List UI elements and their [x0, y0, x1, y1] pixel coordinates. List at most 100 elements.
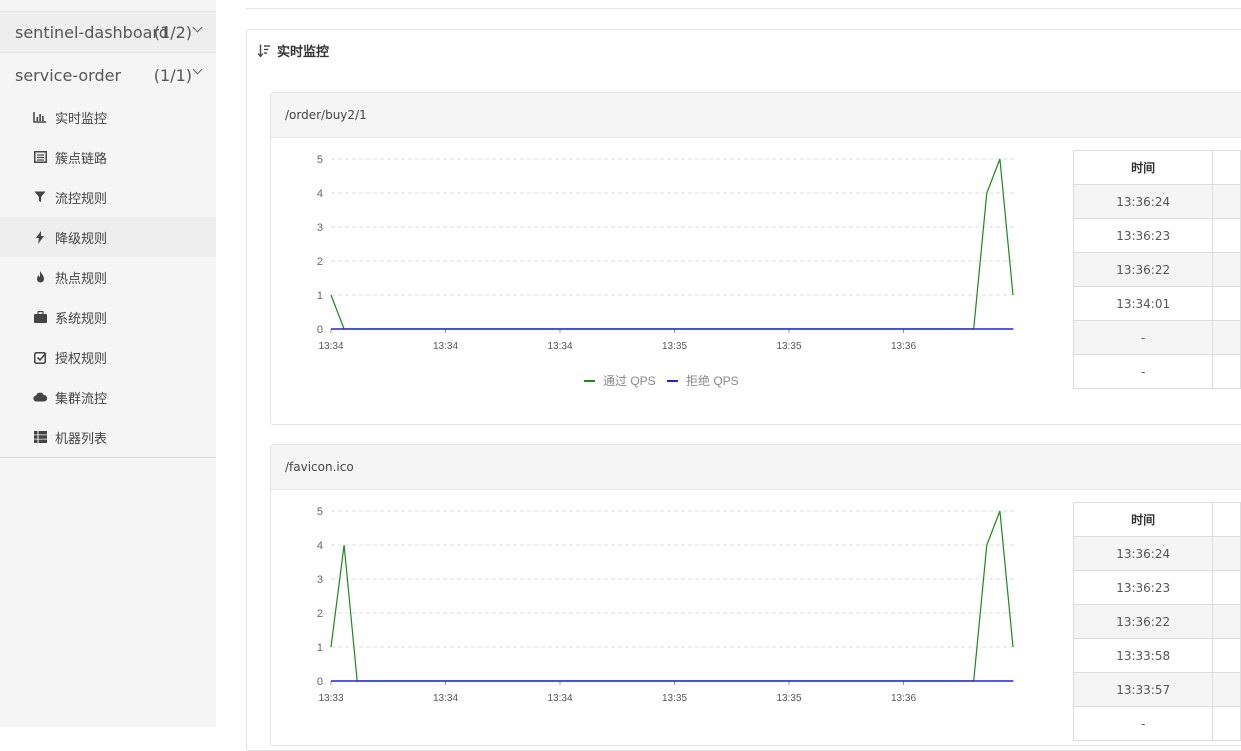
sidebar: sentinel-dashboard (1/2) service-order (… [0, 0, 216, 727]
app-menu: 实时监控 簇点链路 流控规则 降级规则 热点规则 系统规则 授权规则 集群流控 … [0, 97, 216, 457]
time-cell: 13:36:22 [1072, 252, 1214, 287]
y-tick-label: 1 [317, 642, 323, 654]
x-tick-label: 13:33 [318, 693, 343, 704]
table-row: - [1072, 354, 1241, 389]
sort-icon [258, 44, 270, 57]
menu-item-hotspot-rules[interactable]: 热点规则 [0, 257, 216, 297]
y-tick-label: 5 [317, 154, 323, 166]
app-item-sentinel-dashboard[interactable]: sentinel-dashboard (1/2) [0, 11, 216, 53]
value-cell [1212, 570, 1241, 605]
y-tick-label: 1 [317, 290, 323, 302]
time-cell: 13:36:24 [1072, 536, 1214, 571]
app-machine-count: (1/2) [153, 22, 192, 42]
table-header-time: 时间 [1072, 150, 1214, 185]
table-row: 13:33:58 [1072, 638, 1241, 673]
app-name: sentinel-dashboard [15, 22, 169, 42]
y-tick-label: 3 [317, 574, 323, 586]
app-name: service-order [15, 65, 122, 85]
sidebar-divider [0, 457, 216, 458]
y-tick-label: 2 [317, 608, 323, 620]
table-row: 13:36:23 [1072, 218, 1241, 253]
menu-item-label: 实时监控 [55, 111, 108, 127]
briefcase-icon [33, 310, 47, 324]
menu-item-label: 簇点链路 [55, 151, 108, 167]
x-tick-label: 13:35 [776, 341, 801, 352]
menu-item-label: 机器列表 [55, 431, 108, 447]
table-row: - [1072, 706, 1241, 741]
time-cell: 13:36:22 [1072, 604, 1214, 639]
table-row: 13:36:24 [1072, 536, 1241, 571]
metrics-table: 时间 13:36:24 13:36:23 13:36:22 13:34:01- - [1072, 150, 1241, 389]
table-header-cell [1212, 502, 1241, 537]
flash-icon [33, 230, 47, 244]
value-cell [1212, 354, 1241, 389]
panel-header: 实时监控 [258, 41, 329, 60]
qps-chart: 0 1 2 3 4 5 13:34 13:34 13:34 13:35 13:35 13:36 通过 Q… [317, 154, 1014, 388]
x-tick-label: 13:34 [318, 341, 343, 352]
resource-name: /favicon.ico [271, 445, 1241, 490]
table-header-time: 时间 [1072, 502, 1214, 537]
chart-legend: 通过 QPS 拒绝 QPS [584, 373, 739, 388]
table-row: 13:34:01 [1072, 286, 1241, 321]
x-tick-label: 13:34 [433, 341, 458, 352]
table-row: 13:36:23 [1072, 570, 1241, 605]
menu-item-degrade-rules[interactable]: 降级规则 [0, 217, 216, 257]
x-tick-label: 13:34 [547, 693, 572, 704]
menu-item-cluster-flow[interactable]: 集群流控 [0, 377, 216, 417]
time-cell: - [1072, 320, 1214, 355]
series-line-pass-qps [330, 510, 1014, 682]
x-tick-label: 13:36 [891, 341, 916, 352]
menu-item-label: 降级规则 [55, 231, 108, 247]
value-cell [1212, 706, 1241, 741]
x-tick-label: 13:36 [891, 693, 916, 704]
y-tick-label: 5 [317, 506, 323, 518]
value-cell [1212, 604, 1241, 639]
menu-item-machine-list[interactable]: 机器列表 [0, 417, 216, 457]
th-list-icon [33, 430, 47, 444]
value-cell [1212, 320, 1241, 355]
time-cell: 13:36:23 [1072, 218, 1214, 253]
app-machine-count: (1/1) [153, 65, 192, 85]
time-cell: 13:33:58 [1072, 638, 1214, 673]
value-cell [1212, 252, 1241, 287]
value-cell [1212, 184, 1241, 219]
menu-item-label: 授权规则 [55, 351, 108, 367]
check-square-icon [33, 350, 47, 364]
value-cell [1212, 536, 1241, 571]
value-cell [1212, 218, 1241, 253]
legend-label-pass: 通过 QPS [603, 374, 656, 388]
table-row: 13:33:57 [1072, 672, 1241, 707]
y-tick-label: 0 [317, 324, 323, 336]
y-tick-label: 0 [317, 676, 323, 688]
time-cell: 13:36:23 [1072, 570, 1214, 605]
menu-item-label: 系统规则 [55, 311, 108, 327]
y-tick-label: 2 [317, 256, 323, 268]
chevron-down-icon [192, 64, 203, 75]
time-cell: - [1072, 354, 1214, 389]
table-row: 13:36:22 [1072, 252, 1241, 287]
app-item-service-order[interactable]: service-order (1/1) [0, 54, 216, 96]
menu-item-realtime-monitor[interactable]: 实时监控 [0, 97, 216, 137]
x-tick-label: 13:35 [776, 693, 801, 704]
table-row: 13:36:22 [1072, 604, 1241, 639]
menu-item-flow-rules[interactable]: 流控规则 [0, 177, 216, 217]
x-tick-label: 13:34 [547, 341, 572, 352]
time-cell: - [1072, 706, 1214, 741]
menu-item-cluster-point-link[interactable]: 簇点链路 [0, 137, 216, 177]
page-title: 实时监控 [277, 45, 330, 60]
bar-chart-icon [33, 110, 47, 124]
metrics-table: 时间 13:36:24 13:36:23 13:36:22 13:33:58 13:33… [1072, 502, 1241, 741]
list-icon [33, 150, 47, 164]
y-tick-label: 4 [317, 540, 323, 552]
table-row: 13:36:24 [1072, 184, 1241, 219]
x-tick-label: 13:35 [662, 693, 687, 704]
menu-item-system-rules[interactable]: 系统规则 [0, 297, 216, 337]
menu-item-label: 集群流控 [55, 391, 108, 407]
value-cell [1212, 672, 1241, 707]
value-cell [1212, 638, 1241, 673]
resource-name: /order/buy2/1 [271, 93, 1241, 138]
fire-icon [33, 270, 47, 284]
time-cell: 13:33:57 [1072, 672, 1214, 707]
menu-item-label: 流控规则 [55, 191, 108, 207]
menu-item-authority-rules[interactable]: 授权规则 [0, 337, 216, 377]
